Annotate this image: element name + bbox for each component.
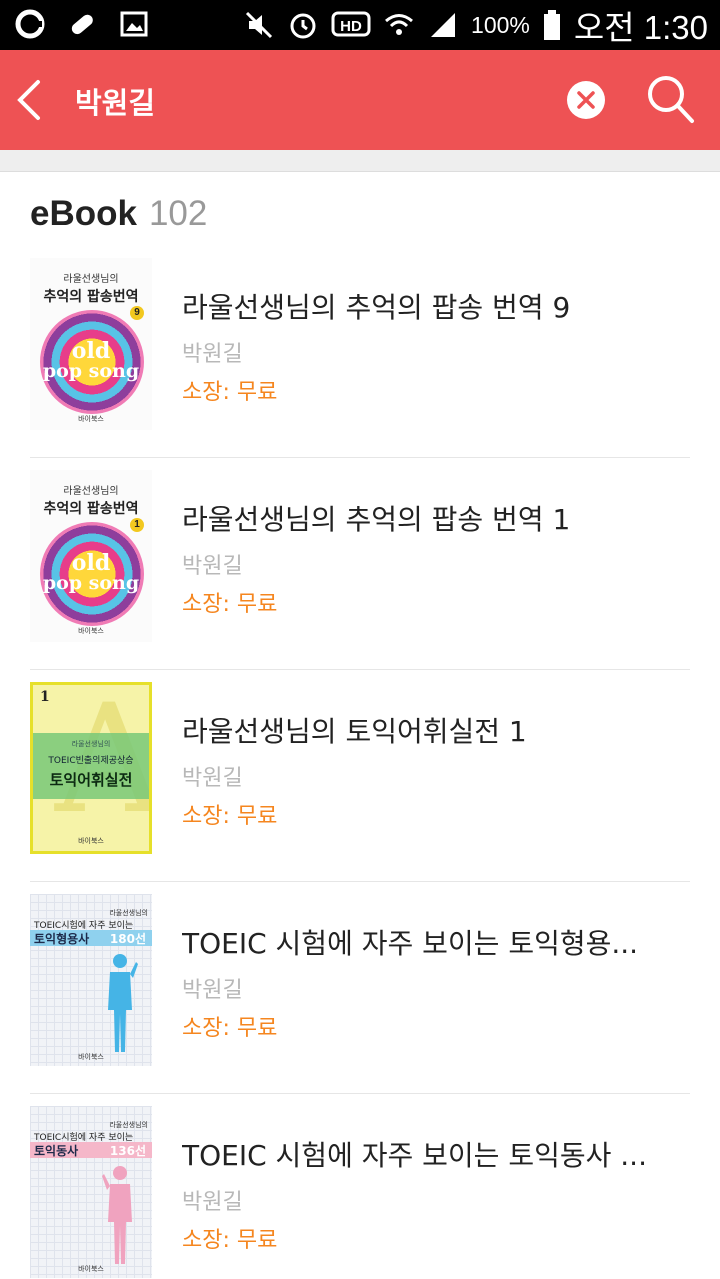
cover-line1: 라울선생님의 xyxy=(71,740,111,748)
cover-line3: 토익형용사 xyxy=(34,932,90,946)
cover-title-bar: 토익동사 136선 xyxy=(30,1142,152,1158)
book-cover[interactable]: 라울선생님의 추억의 팝송번역 9 old pop song 바이북스 xyxy=(30,258,152,430)
chevron-left-icon[interactable] xyxy=(14,78,44,122)
header-divider xyxy=(0,150,720,172)
book-author: 박원길 xyxy=(182,766,243,791)
book-cover[interactable]: 라울선생님의 TOEIC시험에 자주 보이는 토익형용사 180선 바이북스 xyxy=(30,894,152,1066)
search-icon[interactable] xyxy=(644,72,696,126)
cover-publisher: 바이북스 xyxy=(78,1053,104,1061)
book-price: 소장: 무료 xyxy=(182,1228,278,1253)
cover-publisher: 바이북스 xyxy=(78,1265,104,1273)
book-price: 소장: 무료 xyxy=(182,592,278,617)
book-title[interactable]: 라울선생님의 토익어휘실전 1 xyxy=(182,710,690,750)
battery-icon xyxy=(543,10,560,40)
app-icon xyxy=(15,9,45,39)
book-price: 소장: 무료 xyxy=(182,804,278,829)
book-cover[interactable]: 라울선생님의 TOEIC시험에 자주 보이는 토익동사 136선 바이북스 xyxy=(30,1106,152,1278)
cover-text2: pop song xyxy=(42,360,140,382)
cover-line1: 라울선생님의 xyxy=(63,274,119,285)
search-header: 박원길 xyxy=(0,50,720,150)
battery-percent: 100% xyxy=(471,11,530,38)
person-silhouette-icon xyxy=(108,954,138,1052)
cover-line1: 라울선생님의 xyxy=(109,1121,148,1129)
results-list: 라울선생님의 추억의 팝송번역 9 old pop song 바이북스 라울선생… xyxy=(30,246,690,1279)
cover-publisher: 바이북스 xyxy=(78,415,104,423)
book-title[interactable]: 라울선생님의 추억의 팝송 번역 1 xyxy=(182,498,690,538)
cover-line3: 토익어휘실전 xyxy=(49,771,133,789)
book-author: 박원길 xyxy=(182,1190,243,1215)
alarm-icon xyxy=(290,13,316,39)
cover-line4: 136선 xyxy=(109,1144,146,1158)
cover-line3: 토익동사 xyxy=(34,1144,79,1158)
signal-icon xyxy=(431,13,456,37)
book-author: 박원길 xyxy=(182,554,243,579)
cover-publisher: 바이북스 xyxy=(78,837,104,845)
book-price: 소장: 무료 xyxy=(182,380,278,405)
wifi-icon xyxy=(385,14,414,35)
cover-volume: 9 xyxy=(130,306,144,320)
section-title: eBook 102 xyxy=(30,194,207,234)
hd-icon: HD xyxy=(331,11,371,37)
book-cover[interactable]: 라울선생님의 추억의 팝송번역 1 old pop song 바이북스 xyxy=(30,470,152,642)
book-title[interactable]: 라울선생님의 추억의 팝송 번역 9 xyxy=(182,286,690,326)
search-query[interactable]: 박원길 xyxy=(75,80,155,122)
book-author: 박원길 xyxy=(182,342,243,367)
gallery-icon xyxy=(120,11,148,37)
clock: 오전 1:30 xyxy=(573,9,708,46)
cover-text2: pop song xyxy=(42,572,140,594)
list-item[interactable]: A 1 라울선생님의 TOEIC빈출의제공상승 토익어휘실전 바이북스 라울선생… xyxy=(30,670,690,882)
cover-line2: 추억의 팝송번역 xyxy=(43,289,139,305)
person-silhouette-icon xyxy=(102,1166,132,1264)
book-title[interactable]: TOEIC 시험에 자주 보이는 토익형용... xyxy=(182,922,690,962)
list-item[interactable]: 라울선생님의 추억의 팝송번역 1 old pop song 바이북스 라울선생… xyxy=(30,458,690,670)
cover-publisher: 바이북스 xyxy=(78,627,104,635)
status-bar: HD 100% 오전 1:30 xyxy=(0,0,720,50)
cover-title-bar: 토익형용사 180선 xyxy=(30,930,152,946)
cover-line4: 180선 xyxy=(109,932,146,946)
book-title[interactable]: TOEIC 시험에 자주 보이는 토익동사 ... xyxy=(182,1134,690,1174)
cover-volume: 1 xyxy=(130,518,144,532)
list-item[interactable]: 라울선생님의 TOEIC시험에 자주 보이는 토익형용사 180선 바이북스 T… xyxy=(30,882,690,1094)
list-item[interactable]: 라울선생님의 TOEIC시험에 자주 보이는 토익동사 136선 바이북스 TO… xyxy=(30,1094,690,1279)
list-item[interactable]: 라울선생님의 추억의 팝송번역 9 old pop song 바이북스 라울선생… xyxy=(30,246,690,458)
svg-text:HD: HD xyxy=(340,18,362,35)
book-cover[interactable]: A 1 라울선생님의 TOEIC빈출의제공상승 토익어휘실전 바이북스 xyxy=(30,682,152,854)
cover-volume: 1 xyxy=(40,689,50,705)
cover-line2: 추억의 팝송번역 xyxy=(43,501,139,517)
medication-icon xyxy=(71,14,93,35)
clear-icon[interactable] xyxy=(566,80,606,120)
mute-icon xyxy=(245,11,273,39)
section-label: eBook xyxy=(30,194,137,233)
result-count: 102 xyxy=(148,194,208,233)
book-author: 박원길 xyxy=(182,978,243,1003)
book-price: 소장: 무료 xyxy=(182,1016,278,1041)
cover-line2: TOEIC빈출의제공상승 xyxy=(48,756,134,766)
cover-line1: 라울선생님의 xyxy=(109,909,148,917)
cover-line1: 라울선생님의 xyxy=(63,486,119,497)
